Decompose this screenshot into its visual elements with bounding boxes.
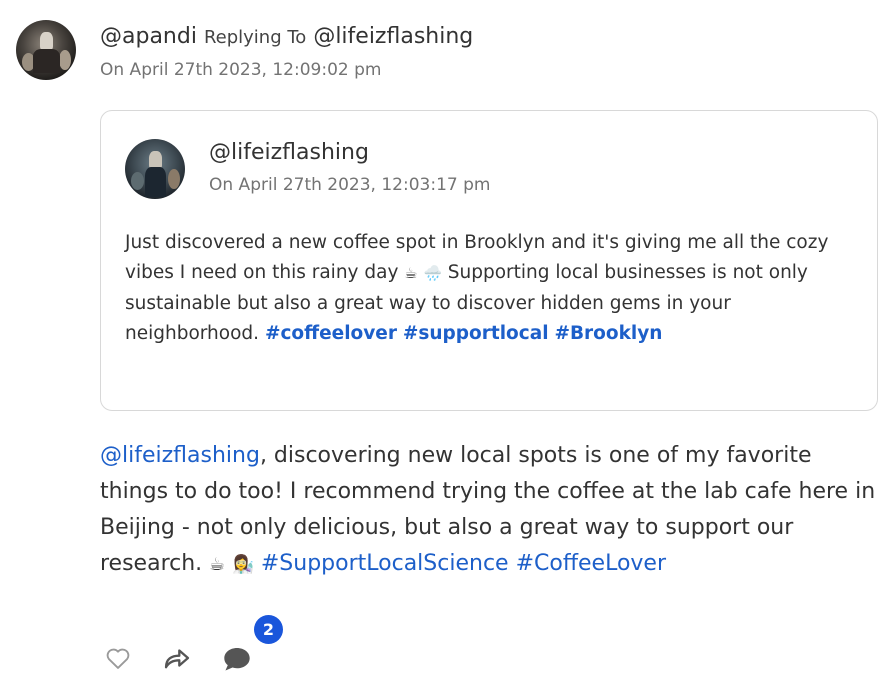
quoted-post-body: Just discovered a new coffee spot in Bro… [125,228,845,349]
reply-header: @apandi Replying To @lifeizflashing [100,24,473,49]
hashtag-link[interactable]: #Brooklyn [554,323,662,344]
avatar-shape [131,172,145,190]
user-avatar[interactable] [16,20,76,80]
replying-to-handle[interactable]: @lifeizflashing [313,24,473,49]
reply-timestamp: On April 27th 2023, 12:09:02 pm [100,60,382,80]
scientist-emoji: 👩‍🔬 [231,555,254,575]
comment-button[interactable] [222,644,252,674]
reply-body: @lifeizflashing, discovering new local s… [100,438,885,583]
avatar-shape [32,48,61,73]
coffee-emoji: ☕ [404,265,418,282]
reply-author[interactable]: @apandi [100,24,197,49]
coffee-emoji: ☕ [209,555,225,575]
share-button[interactable] [162,644,192,674]
comment-icon [224,648,250,671]
avatar-shape [145,166,166,197]
quoted-timestamp: On April 27th 2023, 12:03:17 pm [209,175,491,195]
mention-link[interactable]: @lifeizflashing [100,443,260,468]
quoted-author-avatar[interactable] [125,139,185,199]
hashtag-link[interactable]: #supportlocal [403,323,549,344]
hashtag-link[interactable]: #SupportLocalScience [261,551,509,576]
hashtag-link[interactable]: #coffeelover [265,323,397,344]
like-button[interactable] [104,644,134,674]
quoted-author[interactable]: @lifeizflashing [209,140,369,165]
hashtag-link[interactable]: #CoffeeLover [516,551,666,576]
avatar-shape [59,50,72,71]
rain-cloud-emoji: 🌧️ [423,265,442,282]
comment-count-badge: 2 [254,615,283,644]
avatar-shape [168,169,181,190]
replying-to-label: Replying To [203,27,307,48]
avatar-shape [40,32,54,50]
heart-icon [106,648,130,669]
share-icon [164,649,190,669]
